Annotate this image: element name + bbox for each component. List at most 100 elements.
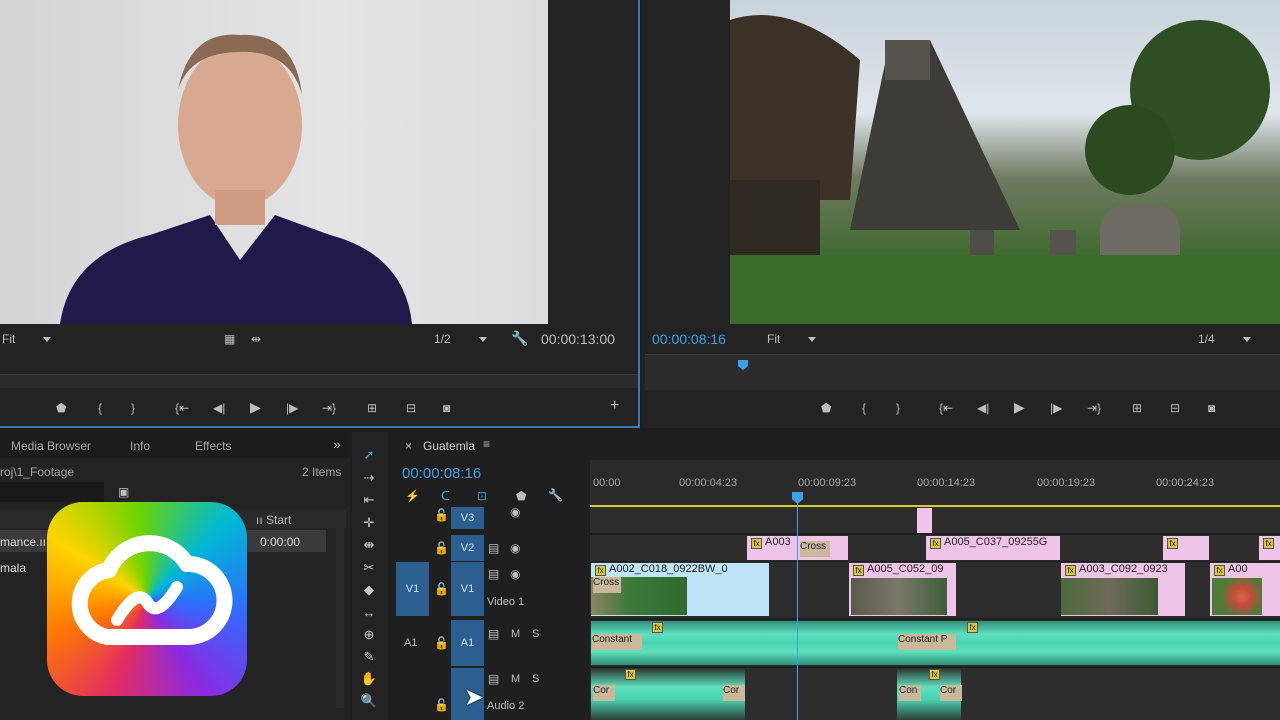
transition-v2-cross[interactable]: Cross [800, 541, 830, 557]
transition-a1-const1[interactable]: Constant [592, 634, 642, 650]
marker-icon[interactable]: ⬟ [56, 400, 66, 416]
snap-icon[interactable]: ⚡ [405, 489, 420, 503]
a1-solo[interactable]: S [532, 628, 539, 640]
source-resolution-dropdown[interactable]: 1/2 [434, 332, 487, 346]
new-bin-icon[interactable]: ▣ [118, 485, 129, 499]
clip-v3[interactable] [917, 508, 932, 533]
a2-lock-icon[interactable]: 🔓 [434, 698, 449, 712]
clip-v2-c[interactable]: fx [1163, 536, 1209, 560]
source-patch-a1[interactable]: A1 [404, 637, 417, 649]
v2-lock-icon[interactable]: 🔓 [434, 541, 449, 555]
timeline-playhead-line[interactable] [797, 503, 798, 720]
insert-icon[interactable]: ⇹ [251, 331, 261, 347]
mark-out-icon[interactable]: } [131, 400, 135, 416]
source-patch-v1[interactable]: V1 [396, 562, 429, 616]
slip-tool-icon[interactable]: ◆ [360, 581, 378, 599]
transition-a2-c2[interactable]: Cor [723, 685, 745, 701]
source-fit-dropdown[interactable]: Fit [2, 332, 52, 346]
timeline-close-icon[interactable]: × [405, 439, 412, 453]
add-button-icon[interactable]: + [610, 398, 619, 414]
pen-tool-icon[interactable]: ⊕ [360, 626, 378, 644]
settings-icon[interactable]: ▦ [224, 331, 235, 347]
v1-eye-icon[interactable]: ◉ [510, 567, 520, 581]
pen-icon[interactable]: ✎ [360, 648, 378, 666]
clip-v1-d[interactable]: fx A00 [1210, 563, 1280, 616]
program-mark-out-icon[interactable]: } [896, 400, 900, 416]
column-start-header[interactable]: ıı Start [256, 513, 291, 527]
track-target-v1[interactable]: V1 [451, 562, 484, 616]
tab-effects[interactable]: Effects [195, 439, 231, 453]
program-export-frame-icon[interactable]: ◙ [1208, 400, 1215, 416]
rate-stretch-tool-icon[interactable]: ⇼ [360, 536, 378, 554]
sequence-name[interactable]: Guatemla [423, 439, 475, 453]
v2-sync-icon[interactable]: ▤ [488, 541, 499, 555]
transition-a2-c1[interactable]: Cor [593, 685, 615, 701]
add-marker-icon[interactable]: ⊡ [477, 489, 487, 503]
program-step-back-icon[interactable]: ◀| [977, 400, 989, 416]
track-target-a1[interactable]: A1 [451, 620, 484, 666]
a1-sync-icon[interactable]: ▤ [488, 627, 499, 641]
program-play-icon[interactable]: ▶ [1014, 399, 1025, 415]
project-row-name-2[interactable]: mala [0, 561, 26, 575]
a1-lock-icon[interactable]: 🔓 [434, 636, 449, 650]
v1-sync-icon[interactable]: ▤ [488, 567, 499, 581]
program-go-to-in-icon[interactable]: {⇤ [939, 400, 953, 416]
lift-icon[interactable]: ⊞ [1132, 400, 1142, 416]
program-scrubber[interactable] [645, 354, 1280, 390]
clip-v1-b[interactable]: fx A005_C052_09 [849, 563, 956, 616]
timeline-wrench-icon[interactable]: 🔧 [548, 488, 563, 502]
search-field[interactable] [0, 482, 104, 502]
clip-v2-d[interactable]: fx [1259, 536, 1280, 560]
v3-lock-icon[interactable]: 🔓 [434, 508, 449, 522]
go-to-in-icon[interactable]: {⇤ [175, 400, 189, 416]
panel-menu-chevron-icon[interactable]: » [333, 436, 341, 452]
program-step-forward-icon[interactable]: |▶ [1050, 400, 1062, 416]
program-fit-dropdown[interactable]: Fit [767, 332, 817, 346]
sequence-menu-icon[interactable]: ≡ [483, 437, 490, 451]
selection-tool-icon[interactable]: ➚ [360, 446, 378, 464]
tab-info[interactable]: Info [130, 439, 150, 453]
overwrite-clip-icon[interactable]: ⊟ [406, 400, 416, 416]
program-mark-in-icon[interactable]: { [862, 400, 866, 416]
a2-mute[interactable]: M [511, 673, 520, 685]
source-scrubber[interactable] [0, 374, 638, 388]
transition-a2-c3[interactable]: Con [899, 685, 921, 701]
transition-v1-cross[interactable]: Cross [593, 577, 621, 593]
track-target-v3[interactable]: V3 [451, 507, 484, 529]
a2-sync-icon[interactable]: ▤ [488, 672, 499, 686]
program-resolution-dropdown[interactable]: 1/4 [1198, 332, 1251, 346]
tab-media-browser[interactable]: Media Browser [11, 439, 91, 453]
export-frame-icon[interactable]: ◙ [443, 400, 450, 416]
project-scrollbar[interactable] [336, 528, 344, 708]
transition-a1-const2[interactable]: Constant P [898, 634, 956, 650]
track-select-tool-icon[interactable]: ⇢ [360, 469, 378, 487]
v2-eye-icon[interactable]: ◉ [510, 541, 520, 555]
step-back-icon[interactable]: ◀| [213, 400, 225, 416]
slide-tool-icon[interactable]: ↔ [360, 604, 378, 622]
v1-lock-icon[interactable]: 🔓 [434, 582, 449, 596]
program-go-to-out-icon[interactable]: ⇥} [1087, 400, 1101, 416]
clip-v2-b[interactable]: fx A005_C037_09255G [926, 536, 1060, 560]
go-to-out-icon[interactable]: ⇥} [322, 400, 336, 416]
insert-clip-icon[interactable]: ⊞ [367, 400, 377, 416]
track-target-v2[interactable]: V2 [451, 535, 484, 561]
razor-tool-icon[interactable]: ✂ [360, 559, 378, 577]
clip-v1-c[interactable]: fx A003_C092_0923 [1061, 563, 1185, 616]
ripple-edit-tool-icon[interactable]: ⇤ [360, 491, 378, 509]
rolling-edit-tool-icon[interactable]: ✛ [360, 514, 378, 532]
zoom-tool-icon[interactable]: 🔍 [360, 692, 378, 710]
transition-a2-c4[interactable]: Cor [940, 685, 962, 701]
a1-mute[interactable]: M [511, 628, 520, 640]
extract-icon[interactable]: ⊟ [1170, 400, 1180, 416]
program-marker-icon[interactable]: ⬟ [821, 400, 831, 416]
v3-eye-icon[interactable]: ◉ [510, 505, 520, 519]
step-forward-icon[interactable]: |▶ [286, 400, 298, 416]
wrench-icon[interactable]: 🔧 [511, 330, 528, 346]
play-icon[interactable]: ▶ [250, 399, 261, 415]
timeline-timecode[interactable]: 00:00:08:16 [402, 465, 481, 482]
a2-solo[interactable]: S [532, 673, 539, 685]
linked-selection-icon[interactable]: ᑕ [441, 489, 450, 503]
mark-in-icon[interactable]: { [98, 400, 102, 416]
hand-tool-icon[interactable]: ✋ [360, 670, 378, 688]
marker-flag-icon[interactable]: ⬟ [516, 489, 526, 503]
